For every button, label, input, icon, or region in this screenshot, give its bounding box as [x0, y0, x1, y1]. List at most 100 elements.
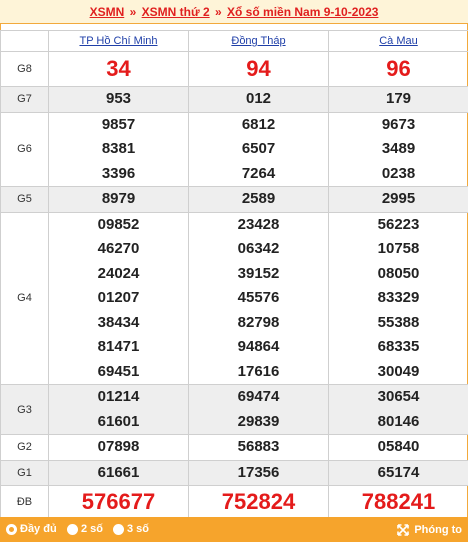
prize-number: 3489 [381, 140, 416, 157]
option-label: 2 số [81, 523, 104, 535]
prize-cell: 012 [188, 86, 329, 113]
prize-cell: 65174 [328, 459, 468, 486]
prize-number: 94 [246, 56, 271, 81]
prize-cell: 788241 [328, 485, 468, 519]
province-link[interactable]: Đồng Tháp [231, 35, 285, 47]
province-header: Đồng Tháp [188, 30, 329, 52]
prize-cell: 953 [48, 86, 189, 113]
footer-bar: Đầy đủ 2 số 3 số Phóng to [0, 517, 468, 542]
prize-label: G2 [0, 434, 49, 461]
prize-number: 65174 [377, 463, 420, 481]
prize-number: 29839 [237, 412, 280, 430]
prize-row: G3 01214 61601 69474 29839 30654 80146 [0, 384, 468, 435]
province-header: TP Hồ Chí Minh [48, 30, 189, 52]
prize-number: 08050 [377, 264, 420, 282]
radio-icon [67, 524, 78, 535]
prize-number: 576677 [81, 489, 156, 514]
prize-cell: 61661 [48, 459, 189, 486]
prize-number: 17616 [237, 362, 280, 380]
prize-number: 46270 [97, 240, 140, 257]
prize-cell: 34 [48, 51, 189, 87]
prize-number: 34 [106, 56, 131, 81]
prize-cell: 2995 [328, 186, 468, 213]
prize-cell: 69474 29839 [188, 384, 329, 435]
prize-cell: 2589 [188, 186, 329, 213]
prize-number: 61601 [97, 412, 140, 430]
prize-number: 752824 [221, 489, 296, 514]
prize-number: 2995 [381, 190, 416, 207]
province-link[interactable]: Cà Mau [379, 35, 418, 47]
prize-number: 05840 [377, 438, 420, 455]
breadcrumb-link-xsmn[interactable]: XSMN [90, 5, 125, 19]
prize-cell: 8979 [48, 186, 189, 213]
breadcrumb-link-xsmn-monday[interactable]: XSMN thứ 2 [142, 5, 210, 19]
prize-number: 56883 [237, 438, 280, 455]
prize-number: 55388 [377, 313, 420, 331]
prize-row: G7 953 012 179 [0, 86, 468, 113]
prize-row: G8 34 94 96 [0, 51, 468, 87]
prize-number: 01207 [97, 289, 140, 306]
prize-number: 0238 [381, 164, 416, 182]
option-2-digits[interactable]: 2 số [67, 517, 103, 542]
prize-cell: 30654 80146 [328, 384, 468, 435]
prize-number: 30654 [377, 388, 420, 405]
prize-number: 30049 [377, 362, 420, 380]
prize-cell: 752824 [188, 485, 329, 519]
breadcrumb-link-result-date[interactable]: Xổ số miền Nam 9-10-2023 [227, 5, 378, 19]
prize-cell: 179 [328, 86, 468, 113]
prize-number: 23428 [237, 215, 280, 233]
prize-number: 61661 [97, 463, 140, 481]
option-3-digits[interactable]: 3 số [113, 517, 149, 542]
breadcrumb: XSMN » XSMN thứ 2 » Xổ số miền Nam 9-10-… [0, 0, 468, 24]
prize-number: 179 [385, 90, 412, 107]
prize-number: 9857 [101, 115, 136, 133]
prize-number: 09852 [97, 215, 140, 233]
prize-cell: 6812 6507 7264 [188, 111, 329, 187]
header-empty-cell [0, 30, 49, 52]
prize-number: 69451 [97, 362, 140, 380]
prize-cell: 01214 61601 [48, 384, 189, 435]
province-header-row: TP Hồ Chí Minh Đồng Tháp Cà Mau [0, 30, 468, 52]
prize-number: 2589 [241, 190, 276, 207]
prize-number: 80146 [377, 412, 420, 430]
prize-number: 94864 [237, 338, 280, 355]
results-table: TP Hồ Chí Minh Đồng Tháp Cà Mau G8 34 94 96… [0, 30, 468, 519]
prize-cell: 17356 [188, 459, 329, 486]
option-label: Đầy đủ [20, 523, 57, 535]
prize-cell: 07898 [48, 434, 189, 461]
zoom-button[interactable]: Phóng to [397, 517, 462, 542]
prize-cell: 05840 [328, 434, 468, 461]
prize-number: 83329 [377, 289, 420, 306]
prize-cell: 23428 06342 39152 45576 82798 94864 17616 [188, 211, 329, 385]
prize-row: G5 8979 2589 2995 [0, 186, 468, 213]
prize-cell: 96 [328, 51, 468, 87]
prize-label: G4 [0, 211, 49, 385]
prize-number: 6812 [241, 115, 276, 133]
prize-number: 24024 [97, 264, 140, 282]
prize-cell: 9857 8381 3396 [48, 111, 189, 187]
prize-number: 10758 [377, 240, 420, 257]
option-full[interactable]: Đầy đủ [6, 517, 57, 542]
prize-number: 07898 [97, 438, 140, 455]
option-label: 3 số [127, 523, 150, 535]
prize-label: G6 [0, 111, 49, 187]
prize-label: G1 [0, 459, 49, 486]
prize-number: 38434 [97, 313, 140, 331]
prize-number: 82798 [237, 313, 280, 331]
prize-cell: 576677 [48, 485, 189, 519]
prize-number: 788241 [361, 489, 436, 514]
radio-selected-icon [6, 524, 17, 535]
province-link[interactable]: TP Hồ Chí Minh [79, 35, 157, 47]
prize-row: ĐB 576677 752824 788241 [0, 485, 468, 519]
prize-label: ĐB [0, 485, 49, 519]
prize-number: 17356 [237, 463, 280, 481]
prize-number: 953 [105, 90, 132, 107]
expand-icon [397, 523, 410, 536]
prize-row: G1 61661 17356 65174 [0, 459, 468, 486]
breadcrumb-separator: » [214, 5, 222, 19]
prize-row: G4 09852 46270 24024 01207 38434 81471 69451 234… [0, 211, 468, 385]
prize-cell: 56223 10758 08050 83329 55388 68335 30049 [328, 211, 468, 385]
prize-cell: 56883 [188, 434, 329, 461]
prize-number: 39152 [237, 264, 280, 282]
province-header: Cà Mau [328, 30, 468, 52]
